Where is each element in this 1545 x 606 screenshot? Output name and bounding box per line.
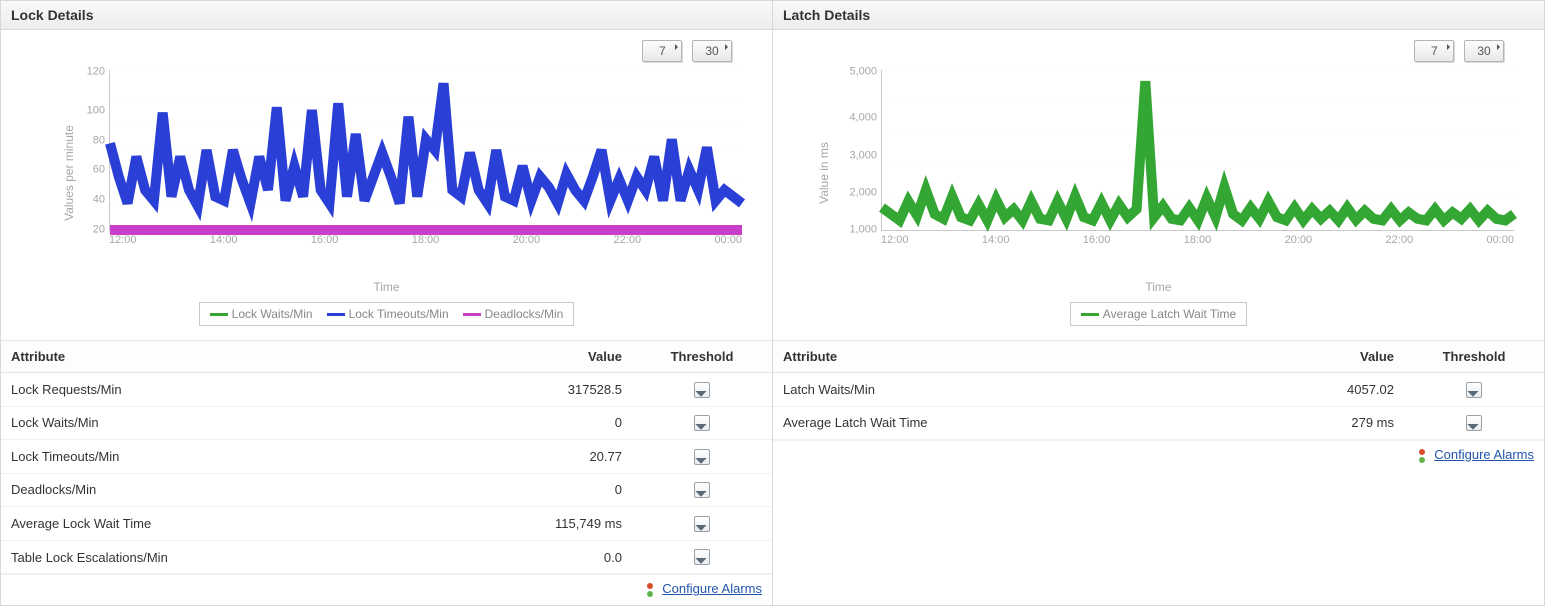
latch-th-threshold: Threshold <box>1404 341 1544 373</box>
latch-chart-yticks: 1,0002,0003,0004,0005,000 <box>843 70 877 230</box>
range-30-button[interactable]: 30 <box>1464 40 1504 62</box>
threshold-edit-icon[interactable] <box>1466 415 1482 431</box>
lock-th-threshold: Threshold <box>632 341 772 373</box>
lock-chart-yticks: 20406080100120 <box>71 70 105 230</box>
latch-chart-ylabel: Value in ms <box>817 142 831 204</box>
range-7-button[interactable]: 7 <box>642 40 682 62</box>
lock-chart-plot <box>109 70 742 231</box>
attr-value: 20.77 <box>482 440 632 474</box>
attr-value: 4057.02 <box>1254 373 1404 407</box>
latch-chart-area: Value in ms 1,0002,0003,0004,0005,000 12… <box>773 64 1544 336</box>
traffic-light-icon <box>645 583 655 597</box>
attr-name: Lock Requests/Min <box>1 373 482 407</box>
lock-th-value: Value <box>482 341 632 373</box>
lock-attributes-table: Attribute Value Threshold Lock Requests/… <box>1 340 772 574</box>
attr-threshold <box>632 440 772 474</box>
lock-chart-body: Values per minute 20406080100120 12:0014… <box>21 70 752 276</box>
attr-name: Table Lock Escalations/Min <box>1 540 482 574</box>
legend-swatch <box>327 313 345 316</box>
latch-th-value: Value <box>1254 341 1404 373</box>
legend-swatch <box>463 313 481 316</box>
attr-value: 0 <box>482 473 632 507</box>
chart-series-line <box>110 83 742 206</box>
attr-name: Average Latch Wait Time <box>773 406 1254 440</box>
attr-value: 279 ms <box>1254 406 1404 440</box>
latch-toolbar: 7 30 <box>773 30 1544 64</box>
threshold-edit-icon[interactable] <box>694 482 710 498</box>
latch-chart-xticks: 12:0014:0016:0018:0020:0022:0000:00 <box>881 234 1514 246</box>
attr-value: 317528.5 <box>482 373 632 407</box>
attr-value: 0 <box>482 406 632 440</box>
latch-attributes-table: Attribute Value Threshold Latch Waits/Mi… <box>773 340 1544 440</box>
configure-alarms-link[interactable]: Configure Alarms <box>1434 447 1534 462</box>
lock-chart-area: Values per minute 20406080100120 12:0014… <box>1 64 772 336</box>
attr-name: Lock Waits/Min <box>1 406 482 440</box>
table-row: Lock Timeouts/Min20.77 <box>1 440 772 474</box>
table-row: Average Lock Wait Time115,749 ms <box>1 507 772 541</box>
legend-item: Lock Waits/Min <box>210 307 313 321</box>
range-7-button[interactable]: 7 <box>1414 40 1454 62</box>
attr-threshold <box>632 373 772 407</box>
lock-chart-xlabel: Time <box>21 280 752 294</box>
threshold-edit-icon[interactable] <box>694 549 710 565</box>
threshold-edit-icon[interactable] <box>694 516 710 532</box>
lock-chart-legend: Lock Waits/Min Lock Timeouts/Min Deadlocks… <box>199 302 575 326</box>
lock-configure-row: Configure Alarms <box>1 574 772 605</box>
lock-panel-title: Lock Details <box>1 1 772 30</box>
lock-chart-svg <box>110 70 742 230</box>
table-row: Deadlocks/Min0 <box>1 473 772 507</box>
latch-chart-xlabel: Time <box>793 280 1524 294</box>
attr-name: Deadlocks/Min <box>1 473 482 507</box>
legend-item: Lock Timeouts/Min <box>327 307 449 321</box>
latch-panel-title: Latch Details <box>773 1 1544 30</box>
lock-th-attr: Attribute <box>1 341 482 373</box>
lock-details-panel: Lock Details 7 30 Values per minute 2040… <box>0 0 773 606</box>
attr-name: Lock Timeouts/Min <box>1 440 482 474</box>
attr-name: Average Lock Wait Time <box>1 507 482 541</box>
latch-chart-plot <box>881 70 1514 231</box>
threshold-edit-icon[interactable] <box>694 449 710 465</box>
configure-alarms-link[interactable]: Configure Alarms <box>662 581 762 596</box>
attr-threshold <box>632 406 772 440</box>
attr-name: Latch Waits/Min <box>773 373 1254 407</box>
table-row: Lock Requests/Min317528.5 <box>1 373 772 407</box>
attr-threshold <box>632 507 772 541</box>
attr-value: 115,749 ms <box>482 507 632 541</box>
table-row: Table Lock Escalations/Min0.0 <box>1 540 772 574</box>
lock-toolbar: 7 30 <box>1 30 772 64</box>
latch-chart-body: Value in ms 1,0002,0003,0004,0005,000 12… <box>793 70 1524 276</box>
threshold-edit-icon[interactable] <box>694 382 710 398</box>
legend-item: Deadlocks/Min <box>463 307 564 321</box>
latch-chart-svg <box>882 70 1514 230</box>
attr-threshold <box>1404 406 1544 440</box>
attr-threshold <box>632 540 772 574</box>
latch-th-attr: Attribute <box>773 341 1254 373</box>
legend-item: Average Latch Wait Time <box>1081 307 1236 321</box>
lock-chart-xticks: 12:0014:0016:0018:0020:0022:0000:00 <box>109 234 742 246</box>
traffic-light-icon <box>1417 449 1427 463</box>
range-30-button[interactable]: 30 <box>692 40 732 62</box>
legend-swatch <box>210 313 228 316</box>
attr-value: 0.0 <box>482 540 632 574</box>
table-row: Average Latch Wait Time279 ms <box>773 406 1544 440</box>
threshold-edit-icon[interactable] <box>1466 382 1482 398</box>
latch-chart-legend: Average Latch Wait Time <box>1070 302 1247 326</box>
attr-threshold <box>632 473 772 507</box>
latch-configure-row: Configure Alarms <box>773 440 1544 471</box>
threshold-edit-icon[interactable] <box>694 415 710 431</box>
latch-details-panel: Latch Details 7 30 Value in ms 1,0002,00… <box>773 0 1545 606</box>
table-row: Latch Waits/Min4057.02 <box>773 373 1544 407</box>
legend-swatch <box>1081 313 1099 316</box>
table-row: Lock Waits/Min0 <box>1 406 772 440</box>
attr-threshold <box>1404 373 1544 407</box>
